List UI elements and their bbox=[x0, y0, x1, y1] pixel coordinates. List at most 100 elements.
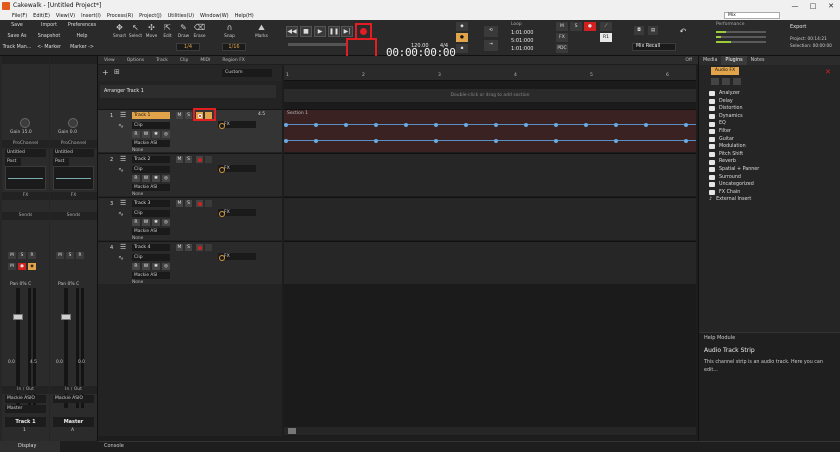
track-clip-select[interactable]: Clip bbox=[132, 254, 170, 261]
fx-rack-header[interactable]: FX bbox=[2, 192, 49, 200]
track-lane[interactable] bbox=[284, 153, 696, 196]
plugin-layout-icon[interactable] bbox=[733, 78, 741, 85]
track-clip-select[interactable]: Clip bbox=[132, 122, 170, 129]
clips-pane[interactable]: 1 2 3 4 5 6 Double-click or drag to add … bbox=[284, 65, 696, 436]
tv-menu-off[interactable]: Off bbox=[679, 58, 698, 63]
track-phase-icon[interactable]: ◎ bbox=[162, 175, 170, 182]
menu-process[interactable]: Process(R) bbox=[104, 13, 136, 19]
strip1-monitor-button[interactable]: ◉ bbox=[28, 263, 36, 270]
master-input-select[interactable]: Mackie ASIO bbox=[53, 395, 94, 403]
mix-recall-select[interactable]: Mix Recall bbox=[632, 43, 676, 51]
metronome-button[interactable]: ◆ bbox=[456, 22, 468, 31]
count-in-button[interactable]: ● bbox=[456, 33, 468, 42]
master-eq-graph[interactable] bbox=[53, 166, 94, 190]
import-button[interactable]: Import bbox=[34, 21, 64, 30]
move-tool[interactable]: ✣ Move bbox=[144, 22, 159, 48]
tree-item[interactable]: Pitch Shift bbox=[709, 151, 837, 159]
horizontal-scrollbar[interactable] bbox=[284, 427, 696, 435]
add-track-button[interactable]: + bbox=[102, 68, 109, 77]
master-mute-button[interactable]: M bbox=[56, 252, 64, 259]
tv-menu-midi[interactable]: MIDI bbox=[194, 58, 216, 63]
mix-preset-select[interactable]: Mix bbox=[724, 12, 780, 19]
preferences-button[interactable]: Preferences bbox=[66, 21, 98, 30]
master-fx-rack-header[interactable]: FX bbox=[50, 192, 97, 200]
master-solo-button[interactable]: S bbox=[66, 252, 74, 259]
tv-menu-options[interactable]: Options bbox=[121, 58, 150, 63]
menu-edit[interactable]: Edit(E) bbox=[30, 13, 53, 19]
track-phase-icon[interactable]: ◎ bbox=[162, 263, 170, 270]
track-fx-bin[interactable]: FX bbox=[218, 209, 256, 217]
mute-all-button[interactable]: M bbox=[556, 22, 568, 31]
track-name[interactable]: Track 1 bbox=[132, 112, 170, 119]
mix-store-button[interactable]: ▤ bbox=[648, 26, 658, 35]
export-button[interactable]: Export bbox=[790, 24, 806, 30]
track-w-icon[interactable]: W bbox=[142, 175, 150, 182]
track-phase-icon[interactable]: ◎ bbox=[162, 219, 170, 226]
close-icon[interactable]: ✕ bbox=[825, 68, 831, 76]
rewind-button[interactable]: ◀◀ bbox=[286, 26, 298, 37]
track-lane[interactable] bbox=[284, 241, 696, 284]
snapshot-button[interactable]: Snapshot bbox=[34, 32, 64, 41]
track-snowflake-icon[interactable]: ✱ bbox=[152, 219, 160, 226]
track-manager-button[interactable]: Track Man... bbox=[2, 43, 32, 52]
master-sends-header[interactable]: Sends bbox=[50, 212, 97, 220]
fx-bypass-button[interactable]: FX bbox=[556, 33, 568, 42]
track-name[interactable]: Track 2 bbox=[132, 156, 170, 163]
display-tab[interactable]: Display bbox=[0, 441, 60, 452]
track-input-echo-button[interactable] bbox=[205, 156, 212, 163]
snapshot-icon-button[interactable]: ◘ bbox=[634, 26, 644, 35]
audio-fx-category[interactable]: Audio FX bbox=[711, 67, 739, 75]
play-button[interactable]: ▶ bbox=[314, 26, 326, 37]
track-snowflake-icon[interactable]: ✱ bbox=[152, 263, 160, 270]
track-record-arm-button[interactable] bbox=[196, 200, 203, 207]
menu-help[interactable]: Help(H) bbox=[232, 13, 257, 19]
track-snowflake-icon[interactable]: ✱ bbox=[152, 175, 160, 182]
tree-item[interactable]: EQ bbox=[709, 120, 837, 128]
tree-item[interactable]: Surround bbox=[709, 174, 837, 182]
tab-plugins[interactable]: Plugins bbox=[721, 56, 747, 65]
automation-button[interactable]: ⟋ bbox=[600, 22, 612, 31]
smart-tool[interactable]: ✥ Smart bbox=[112, 22, 127, 48]
prochannel-preset[interactable]: Untitled bbox=[5, 149, 46, 157]
tree-item[interactable]: Reverb bbox=[709, 158, 837, 166]
minimize-button[interactable]: — bbox=[786, 2, 804, 10]
save-button[interactable]: Save bbox=[2, 21, 32, 30]
menu-insert[interactable]: Insert(I) bbox=[78, 13, 104, 19]
tree-item[interactable]: Analyzer bbox=[709, 90, 837, 98]
track-row[interactable]: 3 ☰ Track 3 M S ∿ Clip FX R W ✱ ◎ Mackie AS… bbox=[98, 197, 282, 241]
track-solo-button[interactable]: S bbox=[185, 200, 192, 207]
track-name[interactable]: Track 3 bbox=[132, 200, 170, 207]
go-to-end-button[interactable]: ▶| bbox=[341, 26, 353, 37]
gain-knob[interactable] bbox=[20, 118, 30, 128]
tree-item[interactable]: Delay bbox=[709, 98, 837, 106]
section-name[interactable]: Section 1 bbox=[287, 111, 308, 116]
track-mute-button[interactable]: M bbox=[176, 156, 183, 163]
master-gain-knob[interactable] bbox=[68, 118, 78, 128]
strip1-input-select[interactable]: Mackie ASIO bbox=[5, 395, 46, 403]
loop-toggle[interactable]: ⟲ bbox=[484, 26, 498, 37]
tv-menu-view[interactable]: View bbox=[98, 58, 121, 63]
track-row[interactable]: 2 ☰ Track 2 M S ∿ Clip FX R W ✱ ◎ Mackie AS… bbox=[98, 153, 282, 197]
tree-item[interactable]: Dynamics bbox=[709, 113, 837, 121]
grid-resolution-select[interactable]: 1/16 bbox=[222, 43, 246, 51]
strip1-solo-button[interactable]: S bbox=[18, 252, 26, 259]
tree-item[interactable]: ♪ External Insert bbox=[709, 196, 837, 204]
edit-tool[interactable]: ⇱ Edit bbox=[160, 22, 175, 48]
track-input-select[interactable]: Mackie ASI bbox=[132, 140, 170, 147]
post-toggle[interactable]: Post bbox=[5, 158, 21, 166]
track-w-icon[interactable]: W bbox=[142, 131, 150, 138]
track-r-icon[interactable]: R bbox=[132, 175, 140, 182]
help-button[interactable]: Help bbox=[66, 32, 98, 41]
snap-resolution-select[interactable]: 1/4 bbox=[176, 43, 200, 51]
strip1-output-select[interactable]: Master bbox=[5, 405, 46, 413]
strip1-fader-handle[interactable] bbox=[13, 314, 23, 320]
track-input-echo-button[interactable] bbox=[205, 244, 212, 251]
tempo-value[interactable]: 120.00 bbox=[411, 43, 429, 49]
punch-toggle[interactable]: ⇥ bbox=[484, 40, 498, 51]
pause-button[interactable]: ❚❚ bbox=[328, 26, 340, 37]
track-snowflake-icon[interactable]: ✱ bbox=[152, 131, 160, 138]
prochannel-header[interactable]: ProChannel bbox=[2, 140, 49, 148]
automation-line[interactable] bbox=[284, 122, 696, 127]
solo-all-button[interactable]: S bbox=[570, 22, 582, 31]
tree-item[interactable]: FX Chain bbox=[709, 189, 837, 197]
